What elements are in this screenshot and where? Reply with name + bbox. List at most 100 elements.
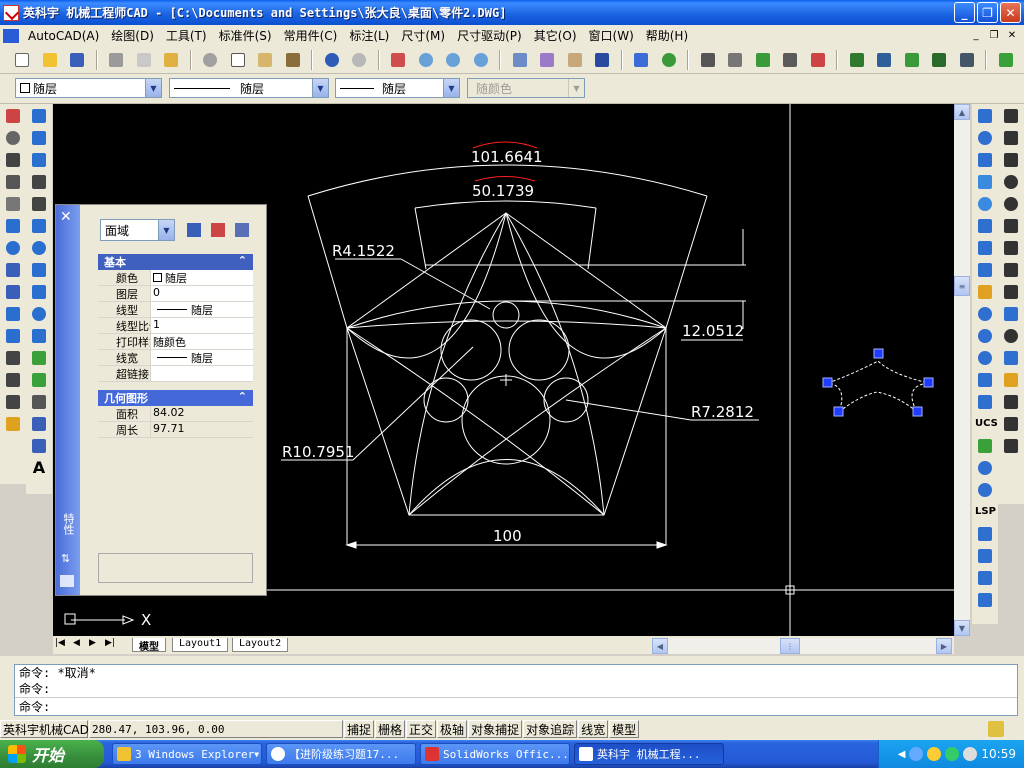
sphere-icon[interactable]	[975, 128, 995, 148]
ellipse-arc-icon[interactable]	[29, 326, 49, 346]
polyline-icon[interactable]	[29, 150, 49, 170]
doc-close-button[interactable]: ✕	[1004, 29, 1020, 43]
help-icon[interactable]	[592, 50, 612, 70]
menu-draw[interactable]: 绘图(D)	[105, 27, 160, 44]
box-icon[interactable]	[975, 106, 995, 126]
grip[interactable]	[833, 406, 844, 417]
construction-line-icon[interactable]	[29, 128, 49, 148]
tray-settings-icon[interactable]	[988, 721, 1004, 737]
minimize-button[interactable]: _	[954, 2, 975, 23]
scroll-up-button[interactable]: ▲	[954, 104, 970, 120]
revolve-icon[interactable]	[975, 238, 995, 258]
union-icon[interactable]	[975, 304, 995, 324]
image-icon[interactable]	[847, 50, 867, 70]
scroll-thumb[interactable]: ≡	[954, 276, 970, 296]
prop-row[interactable]: 超链接	[98, 366, 253, 382]
axis-z-icon[interactable]	[975, 546, 995, 566]
point-icon[interactable]	[29, 392, 49, 412]
tray-network-icon[interactable]	[909, 747, 924, 761]
ellipse-icon[interactable]	[29, 304, 49, 324]
prop-row[interactable]: 打印样式 随颜色	[98, 334, 253, 350]
vertical-scrollbar[interactable]: ▲ ≡ ▼	[954, 104, 970, 636]
tray-expand-icon[interactable]: ◀	[898, 749, 906, 760]
menu-common-parts[interactable]: 常用件(C)	[278, 27, 344, 44]
intersect-icon[interactable]	[975, 348, 995, 368]
palette-menu-icon[interactable]	[60, 575, 74, 587]
menu-autocad[interactable]: AutoCAD(A)	[22, 29, 105, 43]
insert-block-icon[interactable]	[29, 348, 49, 368]
menu-annotate[interactable]: 标注(L)	[343, 27, 395, 44]
publish-icon[interactable]	[161, 50, 181, 70]
pan-icon[interactable]	[388, 50, 408, 70]
shell-icon[interactable]	[975, 370, 995, 390]
start-button[interactable]: 开始	[0, 740, 104, 768]
doc-restore-button[interactable]: ❐	[986, 29, 1002, 43]
menu-dimension[interactable]: 尺寸(M)	[395, 27, 451, 44]
menu-window[interactable]: 窗口(W)	[583, 27, 640, 44]
scroll-right-button[interactable]: ▶	[936, 638, 952, 654]
cut-icon[interactable]	[200, 50, 220, 70]
dim-diameter-icon[interactable]	[1001, 194, 1021, 214]
scroll-down-button[interactable]: ▼	[954, 620, 970, 636]
properties-icon[interactable]	[510, 50, 530, 70]
dim-linear-icon[interactable]	[1001, 106, 1021, 126]
offset-icon[interactable]	[3, 172, 23, 192]
slice-icon[interactable]	[975, 260, 995, 280]
close-button[interactable]: ✕	[1000, 2, 1021, 23]
menu-tools[interactable]: 工具(T)	[160, 27, 213, 44]
otrack-toggle[interactable]: 对象追踪	[523, 720, 578, 738]
table-icon[interactable]	[725, 50, 745, 70]
polygon-icon[interactable]	[29, 172, 49, 192]
menu-dimension-drive[interactable]: 尺寸驱动(P)	[451, 27, 528, 44]
command-window[interactable]: 命令: *取消* 命令: 命令:	[14, 664, 1018, 716]
ortho-toggle[interactable]: 正交	[406, 720, 437, 738]
prop-row[interactable]: 线型比例 1	[98, 318, 253, 334]
frame-icon[interactable]	[808, 50, 828, 70]
light-icon[interactable]	[975, 458, 995, 478]
dim-continue-icon[interactable]	[1001, 260, 1021, 280]
horizontal-scrollbar[interactable]: ◀ ⋮ ▶	[652, 638, 952, 654]
open-file-icon[interactable]	[40, 50, 60, 70]
render-icon[interactable]	[975, 436, 995, 456]
edit-icon[interactable]	[780, 50, 800, 70]
grid-toggle[interactable]: 栅格	[375, 720, 406, 738]
select-objects-icon[interactable]	[208, 220, 228, 240]
dim-style-icon[interactable]	[1001, 414, 1021, 434]
library-icon[interactable]	[996, 50, 1016, 70]
hatch-icon[interactable]	[29, 414, 49, 434]
grip[interactable]	[873, 348, 884, 359]
material-icon[interactable]	[975, 480, 995, 500]
layer-combo[interactable]: 随层 ▼	[15, 78, 162, 98]
osnap-toggle[interactable]: 对象捕捉	[468, 720, 523, 738]
zoom-realtime-icon[interactable]	[416, 50, 436, 70]
grip[interactable]	[822, 377, 833, 388]
prop-row[interactable]: 周长 97.71	[98, 422, 253, 438]
prop-row[interactable]: 颜色 随层	[98, 270, 253, 286]
tab-next-icon[interactable]: ▶	[89, 638, 96, 648]
palette-title-strip[interactable]: ✕ 特性 ⇅	[56, 205, 80, 595]
dim-aligned-icon[interactable]	[1001, 128, 1021, 148]
new-file-icon[interactable]	[12, 50, 32, 70]
grip[interactable]	[923, 377, 934, 388]
cone-icon[interactable]	[975, 172, 995, 192]
zoom-previous-icon[interactable]	[471, 50, 491, 70]
dim-angular-icon[interactable]	[1001, 216, 1021, 236]
copy-object-icon[interactable]	[3, 128, 23, 148]
zoom-window-icon[interactable]	[443, 50, 463, 70]
tab-prev-icon[interactable]: ◀	[73, 638, 80, 648]
region-icon[interactable]	[29, 436, 49, 456]
trim-icon[interactable]	[3, 304, 23, 324]
menu-other[interactable]: 其它(O)	[528, 27, 583, 44]
fillet-icon[interactable]	[3, 392, 23, 412]
tab-last-icon[interactable]: ▶|	[105, 638, 115, 648]
restore-button[interactable]: ❐	[977, 2, 998, 23]
filter-icon[interactable]	[184, 220, 204, 240]
chamfer-icon[interactable]	[3, 370, 23, 390]
text-icon[interactable]: A	[29, 458, 49, 478]
extend-icon[interactable]	[3, 326, 23, 346]
scale-icon[interactable]	[3, 260, 23, 280]
dim-edit-icon[interactable]	[1001, 348, 1021, 368]
paste-icon[interactable]	[255, 50, 275, 70]
ucs-icon[interactable]: UCS	[975, 414, 998, 434]
rotate-icon[interactable]	[3, 238, 23, 258]
